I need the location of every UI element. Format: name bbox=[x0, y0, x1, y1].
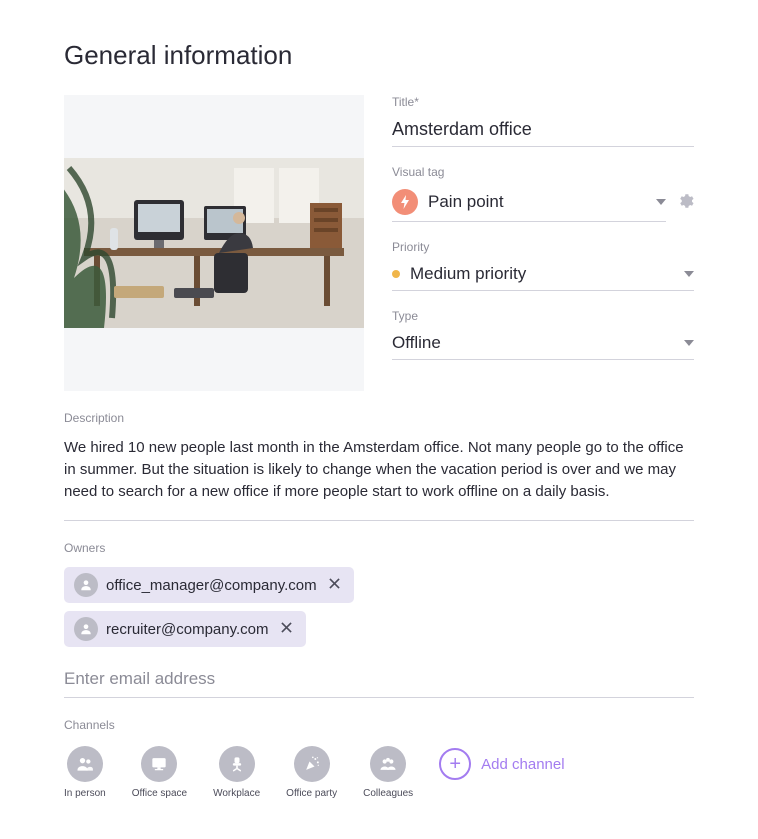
type-label: Type bbox=[392, 309, 694, 323]
cover-image[interactable] bbox=[64, 95, 364, 391]
close-icon[interactable] bbox=[325, 578, 344, 592]
description-text[interactable]: We hired 10 new people last month in the… bbox=[64, 437, 694, 521]
priority-label: Priority bbox=[392, 240, 694, 254]
avatar-icon bbox=[74, 573, 98, 597]
monitor-icon bbox=[141, 746, 177, 782]
office-photo bbox=[64, 158, 364, 328]
confetti-icon bbox=[294, 746, 330, 782]
owner-chip: office_manager@company.com bbox=[64, 567, 354, 603]
lightning-icon bbox=[392, 189, 418, 215]
avatar-icon bbox=[74, 617, 98, 641]
chair-icon bbox=[219, 746, 255, 782]
plus-icon: + bbox=[439, 748, 471, 780]
channel-label: Office space bbox=[132, 788, 187, 799]
type-value: Offline bbox=[392, 333, 441, 353]
channel-office-party[interactable]: Office party bbox=[286, 746, 337, 799]
channel-label: Colleagues bbox=[363, 788, 413, 799]
description-label: Description bbox=[64, 411, 124, 425]
priority-dot-icon bbox=[392, 270, 400, 278]
owners-label: Owners bbox=[64, 541, 105, 555]
chevron-down-icon bbox=[684, 271, 694, 277]
channel-in-person[interactable]: In person bbox=[64, 746, 106, 799]
chevron-down-icon bbox=[656, 199, 666, 205]
owner-email-input[interactable] bbox=[64, 661, 694, 698]
channel-label: Office party bbox=[286, 788, 337, 799]
priority-select[interactable]: Medium priority bbox=[392, 260, 694, 291]
channels-label: Channels bbox=[64, 718, 115, 732]
gear-icon[interactable] bbox=[676, 192, 694, 215]
channel-label: Workplace bbox=[213, 788, 260, 799]
owner-email: recruiter@company.com bbox=[106, 621, 269, 638]
title-input[interactable] bbox=[392, 115, 694, 147]
owner-email: office_manager@company.com bbox=[106, 577, 317, 594]
add-channel-button[interactable]: + Add channel bbox=[439, 746, 564, 780]
chevron-down-icon bbox=[684, 340, 694, 346]
owner-chip: recruiter@company.com bbox=[64, 611, 306, 647]
visual-tag-label: Visual tag bbox=[392, 165, 694, 179]
add-channel-label: Add channel bbox=[481, 756, 564, 773]
channel-colleagues[interactable]: Colleagues bbox=[363, 746, 413, 799]
priority-value: Medium priority bbox=[410, 264, 526, 284]
people-icon bbox=[67, 746, 103, 782]
group-icon bbox=[370, 746, 406, 782]
type-select[interactable]: Offline bbox=[392, 329, 694, 360]
channel-workplace[interactable]: Workplace bbox=[213, 746, 260, 799]
page-title: General information bbox=[64, 40, 694, 71]
visual-tag-select[interactable]: Pain point bbox=[392, 185, 666, 222]
channel-office-space[interactable]: Office space bbox=[132, 746, 187, 799]
channel-label: In person bbox=[64, 788, 106, 799]
close-icon[interactable] bbox=[277, 622, 296, 636]
visual-tag-value: Pain point bbox=[428, 192, 504, 212]
title-label: Title* bbox=[392, 95, 694, 109]
